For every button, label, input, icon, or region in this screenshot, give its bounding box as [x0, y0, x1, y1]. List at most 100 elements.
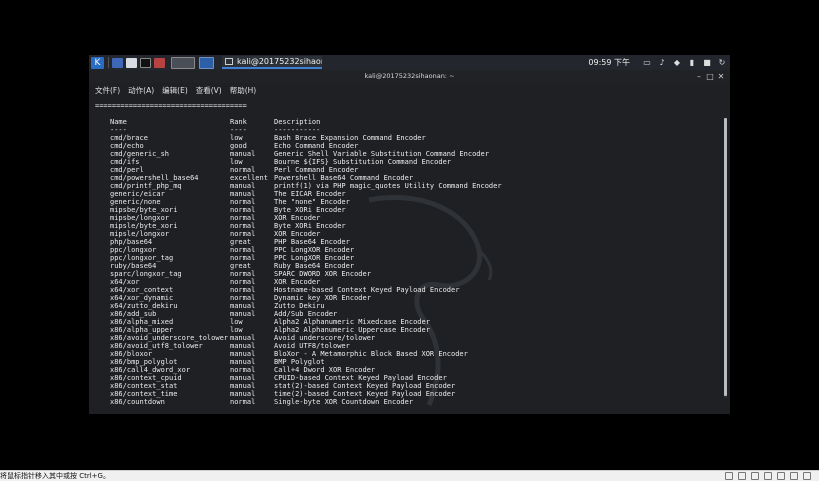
encoder-rank: manual: [230, 382, 256, 390]
encoder-rank: normal: [230, 286, 256, 294]
menu-action[interactable]: 动作(A): [128, 85, 154, 96]
encoder-name: mipsbe/longxor: [110, 214, 170, 222]
encoder-description: Bash Brace Expansion Command Encoder: [274, 134, 426, 142]
table-row: x64/xor normal XOR Encoder: [95, 278, 715, 286]
browser-launcher-icon[interactable]: [154, 57, 165, 68]
encoder-description: BloXor - A Metamorphic Block Based XOR E…: [274, 350, 468, 358]
table-row: php/base64 great PHP Base64 Encoder: [95, 238, 715, 246]
encoder-name: mipsbe/byte_xori: [110, 206, 178, 214]
menu-file[interactable]: 文件(F): [95, 85, 120, 96]
encoder-rank: normal: [230, 398, 256, 406]
encoder-name: x64/xor_dynamic: [110, 294, 174, 302]
lock-icon[interactable]: ■: [703, 58, 711, 67]
encoder-rank: manual: [230, 358, 256, 366]
file-manager-icon[interactable]: [126, 57, 137, 68]
encoder-rank: manual: [230, 302, 256, 310]
hdd-icon[interactable]: [725, 472, 733, 480]
table-row: mipsbe/longxor normal XOR Encoder: [95, 214, 715, 222]
encoder-description: XOR Encoder: [274, 230, 321, 238]
panel-tray: 09:59 下午 ▭ ♪ ◆ ▮ ■ ↻: [588, 55, 726, 70]
host-device-icons: [720, 472, 811, 480]
kali-menu-icon[interactable]: K: [91, 56, 104, 69]
encoder-name: x86/bmp_polyglot: [110, 358, 178, 366]
menu-view[interactable]: 查看(V): [196, 85, 222, 96]
encoder-name: mipsle/byte_xori: [110, 222, 178, 230]
encoder-description: The EICAR Encoder: [274, 190, 346, 198]
encoder-description: Perl Command Encoder: [274, 166, 359, 174]
desktop-launcher-icon[interactable]: [112, 57, 123, 68]
battery-icon[interactable]: ▮: [688, 58, 696, 67]
table-row: x86/call4_dword_xor normal Call+4 Dword XO…: [95, 366, 715, 374]
encoder-name: cmd/printf_php_mq: [110, 182, 182, 190]
encoder-rank: manual: [230, 350, 256, 358]
encoder-name: sparc/longxor_tag: [110, 270, 182, 278]
volume-icon[interactable]: ♪: [658, 58, 666, 67]
encoder-description: Alpha2 Alphanumeric Uppercase Encoder: [274, 326, 430, 334]
encoder-rank: manual: [230, 374, 256, 382]
encoder-description: The "none" Encoder: [274, 198, 350, 206]
encoder-description: Generic Shell Variable Substitution Comm…: [274, 150, 489, 158]
encoder-rank: normal: [230, 230, 256, 238]
scrollbar-thumb[interactable]: [724, 118, 727, 396]
encoder-rank: manual: [230, 150, 256, 158]
encoder-name: mipsle/longxor: [110, 230, 170, 238]
encoder-name: cmd/perl: [110, 166, 144, 174]
scrollbar[interactable]: [724, 118, 727, 398]
encoder-description: printf(1) via PHP magic_quotes Utility C…: [274, 182, 502, 190]
encoder-name: x64/xor: [110, 278, 140, 286]
terminal-window: kali@20175232sihaonan: ~ – □ ✕ 文件(F) 动作(…: [89, 70, 730, 414]
encoder-description: XOR Encoder: [274, 214, 321, 222]
encoder-rank: normal: [230, 206, 256, 214]
encoder-rank: normal: [230, 198, 256, 206]
table-row: x86/add_sub manual Add/Sub Encoder: [95, 310, 715, 318]
terminal-launcher-icon[interactable]: [140, 57, 151, 68]
encoder-description: time(2)-based Context Keyed Payload Enco…: [274, 390, 456, 398]
table-row: ppc/longxor normal PPC LongXOR Encoder: [95, 246, 715, 254]
table-row: cmd/echo good Echo Command Encoder: [95, 142, 715, 150]
display-icon[interactable]: ▭: [643, 58, 651, 67]
minimize-icon[interactable]: –: [694, 72, 704, 81]
encoder-description: Byte XORi Encoder: [274, 222, 346, 230]
cd-icon[interactable]: [738, 472, 746, 480]
notification-bell-icon[interactable]: ◆: [673, 58, 681, 67]
encoder-description: PPC LongXOR Encoder: [274, 246, 355, 254]
message-icon[interactable]: [803, 472, 811, 480]
close-icon[interactable]: ✕: [716, 72, 726, 81]
workspace-1-icon[interactable]: [171, 56, 195, 69]
encoder-description: Add/Sub Encoder: [274, 310, 338, 318]
network-icon[interactable]: [751, 472, 759, 480]
encoder-rank: normal: [230, 214, 256, 222]
encoder-description: Byte XORi Encoder: [274, 206, 346, 214]
host-status-bar: 将鼠标指针移入其中或按 Ctrl+G。: [0, 470, 819, 481]
encoder-rank: normal: [230, 278, 256, 286]
settings-icon[interactable]: [790, 472, 798, 480]
window-titlebar[interactable]: kali@20175232sihaonan: ~: [89, 70, 730, 83]
usb-icon[interactable]: [764, 472, 772, 480]
menu-edit[interactable]: 编辑(E): [162, 85, 188, 96]
encoder-description: stat(2)-based Context Keyed Payload Enco…: [274, 382, 456, 390]
encoder-description: Avoid UTF8/tolower: [274, 342, 350, 350]
encoder-name: generic/none: [110, 198, 161, 206]
table-row: mipsle/byte_xori normal Byte XORi Encoder: [95, 222, 715, 230]
header-name: Name: [110, 118, 127, 126]
encoder-rank: normal: [230, 246, 256, 254]
encoder-description: XOR Encoder: [274, 278, 321, 286]
sound-icon[interactable]: [777, 472, 785, 480]
encoder-name: x64/xor_context: [110, 286, 174, 294]
table-row: generic/none normal The "none" Encoder: [95, 198, 715, 206]
encoder-name: ruby/base64: [110, 262, 157, 270]
encoder-rank: low: [230, 158, 243, 166]
power-icon[interactable]: ↻: [718, 58, 726, 67]
maximize-icon[interactable]: □: [705, 72, 715, 81]
encoder-rank: manual: [230, 342, 256, 350]
workspace-2-icon[interactable]: [199, 56, 214, 69]
terminal-output[interactable]: ==================================== Nam…: [95, 102, 715, 414]
encoder-name: cmd/echo: [110, 142, 144, 150]
clock[interactable]: 09:59 下午: [588, 57, 630, 68]
table-row: x64/zutto_dekiru manual Zutto Dekiru: [95, 302, 715, 310]
menu-help[interactable]: 帮助(H): [230, 85, 257, 96]
encoder-name: php/base64: [110, 238, 153, 246]
encoder-description: Powershell Base64 Command Encoder: [274, 174, 414, 182]
underline-rank: ----: [230, 126, 247, 134]
task-button-terminal[interactable]: kali@20175232sihaonan:...: [222, 56, 322, 69]
